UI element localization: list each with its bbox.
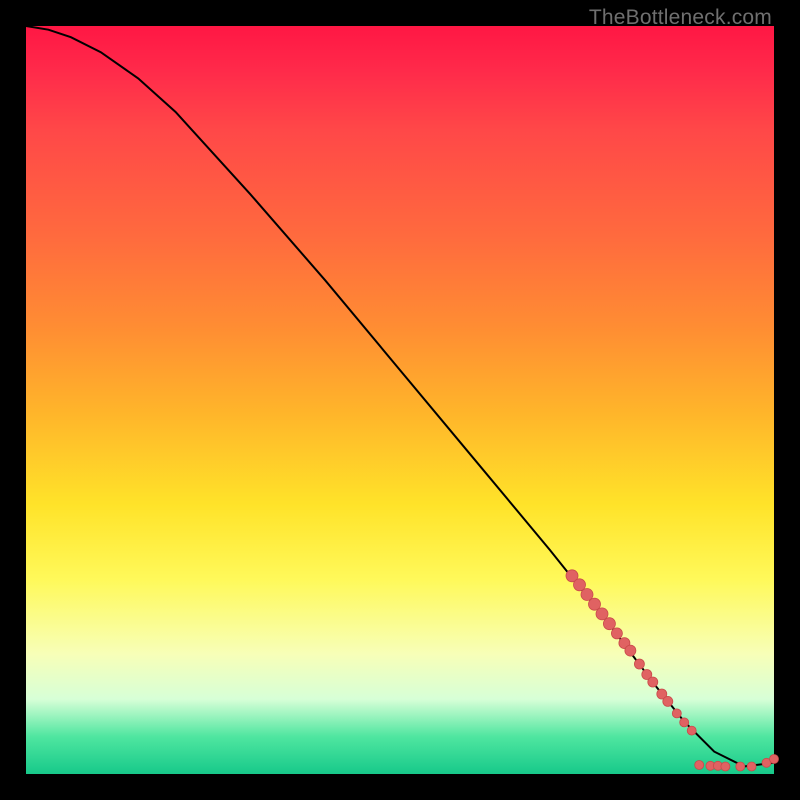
chart-frame: TheBottleneck.com (0, 0, 800, 800)
data-marker (721, 762, 730, 771)
chart-svg (26, 26, 774, 774)
plot-area (26, 26, 774, 774)
data-marker (663, 696, 673, 706)
data-marker (611, 628, 622, 639)
data-marker (680, 718, 689, 727)
data-marker (634, 659, 644, 669)
data-marker (695, 761, 704, 770)
data-marker (648, 677, 658, 687)
data-marker (672, 709, 681, 718)
data-marker (770, 755, 779, 764)
data-marker (581, 589, 593, 601)
data-marker (625, 645, 636, 656)
data-marker (747, 762, 756, 771)
data-marker (603, 618, 615, 630)
data-marker (736, 762, 745, 771)
data-marker (589, 598, 601, 610)
curve-markers (566, 570, 779, 771)
data-marker (574, 579, 586, 591)
data-marker (687, 726, 696, 735)
data-marker (596, 608, 608, 620)
curve-line (26, 26, 774, 767)
